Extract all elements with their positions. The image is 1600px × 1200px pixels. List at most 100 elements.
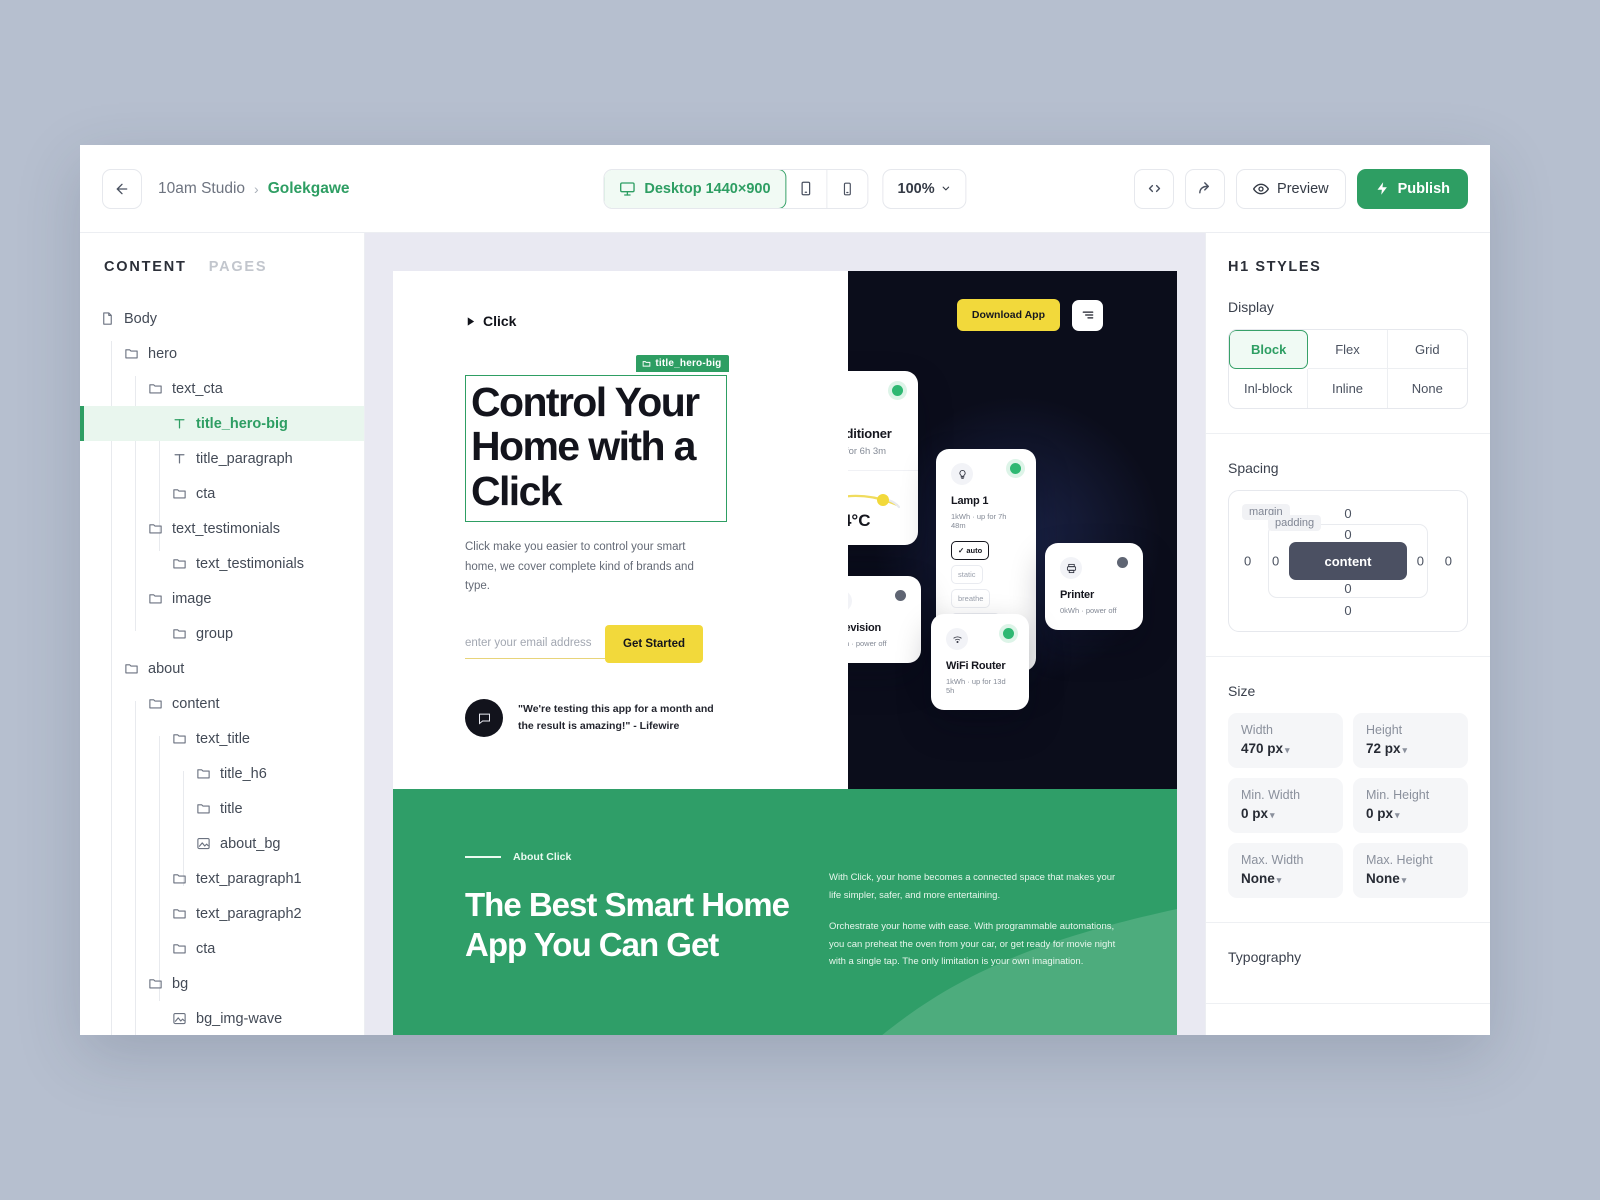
field-value[interactable]: 72 px ▾ — [1366, 741, 1455, 756]
tree-item-cta[interactable]: cta — [80, 931, 364, 966]
margin-bottom-value[interactable]: 0 — [1344, 603, 1351, 618]
tree-item-title-paragraph[interactable]: title_paragraph — [80, 441, 364, 476]
avatar — [465, 699, 503, 738]
email-input[interactable]: enter your email address — [465, 637, 592, 658]
about-eyebrow: About Click — [465, 851, 805, 863]
tree-item-text-title[interactable]: text_title — [80, 721, 364, 756]
padding-left-value[interactable]: 0 — [1272, 554, 1279, 569]
field-value[interactable]: 470 px ▾ — [1241, 741, 1330, 756]
device-tablet-button[interactable] — [786, 169, 828, 208]
selection-outline[interactable]: Control Your Home with a Click — [465, 375, 727, 522]
top-toolbar: 10am Studio › Golekgawe Desktop 1440×900 — [80, 145, 1490, 233]
tab-pages[interactable]: PAGES — [209, 259, 268, 275]
temperature-value: 24°C — [848, 511, 871, 530]
tab-content[interactable]: CONTENT — [104, 259, 187, 275]
tree-item-title[interactable]: title — [80, 791, 364, 826]
display-option-grid[interactable]: Grid — [1387, 330, 1467, 369]
temperature-control[interactable]: 24°C — [848, 470, 918, 545]
display-option-block[interactable]: Block — [1229, 330, 1309, 369]
device-mobile-button[interactable] — [828, 170, 868, 208]
tree-item-bg[interactable]: bg — [80, 966, 364, 1001]
eyebrow-line — [465, 856, 501, 858]
breadcrumb-current[interactable]: Golekgawe — [268, 180, 350, 198]
tree-item-content[interactable]: content — [80, 686, 364, 721]
hero-right-column: Download App ditioner or 6h 3m °C Lamp 1… — [848, 271, 1177, 789]
device-meta: 1kWh · up for 7h 48m — [951, 512, 1007, 530]
tree-item-image[interactable]: image — [80, 581, 364, 616]
play-triangle-icon — [467, 316, 475, 326]
tree-item-about-bg[interactable]: about_bg — [80, 826, 364, 861]
margin-top-value[interactable]: 0 — [1344, 506, 1351, 521]
bulb-icon — [951, 463, 973, 485]
device-desktop-button[interactable]: Desktop 1440×900 — [604, 169, 787, 208]
selection-badge: title_hero-big — [636, 355, 729, 372]
field-max-width[interactable]: Max. Width None ▾ — [1228, 843, 1343, 898]
field-label: Width — [1241, 723, 1273, 737]
about-section: About Click The Best Smart Home App You … — [393, 789, 1177, 1035]
padding-top-value[interactable]: 0 — [1344, 527, 1351, 542]
content-box[interactable]: content — [1289, 542, 1407, 580]
tree-item-text-cta[interactable]: text_cta — [80, 371, 364, 406]
tree-item-label: title_h6 — [220, 765, 267, 782]
tree-item-Body[interactable]: Body — [80, 301, 364, 336]
field-value[interactable]: 0 px ▾ — [1366, 806, 1455, 821]
mode-chip-static[interactable]: static — [951, 565, 983, 584]
margin-right-value[interactable]: 0 — [1445, 554, 1452, 569]
tree-item-text-testimonials[interactable]: text_testimonials — [80, 546, 364, 581]
hero-section: Click title_hero-big Control Your Home w… — [393, 271, 1177, 789]
display-option-inline-block[interactable]: Inl-block — [1229, 369, 1309, 408]
tree-item-group[interactable]: group — [80, 616, 364, 651]
tree-item-cta[interactable]: cta — [80, 476, 364, 511]
field-width[interactable]: Width 470 px ▾ — [1228, 713, 1343, 768]
hero-top-actions: Download App — [956, 299, 1103, 331]
display-options: Block Flex Grid Inl-block Inline None — [1228, 329, 1468, 409]
device-card-printer[interactable]: Printer 0kWh · power off — [1045, 543, 1143, 630]
publish-button[interactable]: Publish — [1356, 168, 1468, 209]
tree-item-text-paragraph1[interactable]: text_paragraph1 — [80, 861, 364, 896]
share-button[interactable] — [1185, 168, 1226, 209]
back-button[interactable] — [102, 168, 142, 209]
tree-item-text-paragraph2[interactable]: text_paragraph2 — [80, 896, 364, 931]
breadcrumb-root[interactable]: 10am Studio — [158, 180, 245, 198]
tree-item-label: image — [172, 590, 212, 607]
monitor-icon — [620, 181, 635, 196]
device-card-wifi-router[interactable]: WiFi Router 1kWh · up for 13d 5h — [931, 614, 1029, 710]
padding-bottom-value[interactable]: 0 — [1344, 581, 1351, 596]
tree-item-about[interactable]: about — [80, 651, 364, 686]
display-option-inline[interactable]: Inline — [1308, 369, 1388, 408]
display-option-none[interactable]: None — [1388, 369, 1467, 408]
device-card-air-conditioner[interactable]: Air Conditioner 7kWh · up for 6h 3m 24°C — [848, 371, 918, 545]
code-view-button[interactable] — [1134, 168, 1175, 209]
field-height[interactable]: Height 72 px ▾ — [1353, 713, 1468, 768]
tree-item-text-testimonials[interactable]: text_testimonials — [80, 511, 364, 546]
field-value[interactable]: None ▾ — [1241, 871, 1330, 886]
field-min-width[interactable]: Min. Width 0 px ▾ — [1228, 778, 1343, 833]
device-card-television[interactable]: Television 0kWh · power off — [848, 576, 921, 663]
field-label: Min. Height — [1366, 788, 1430, 802]
box-model-widget: margin 0 0 0 0 padding 0 0 0 0 content — [1228, 490, 1468, 632]
canvas[interactable]: Click title_hero-big Control Your Home w… — [365, 233, 1205, 1035]
get-started-button[interactable]: Get Started — [605, 625, 703, 664]
download-app-button[interactable]: Download App — [956, 299, 1060, 331]
page-icon — [100, 311, 115, 326]
zoom-select[interactable]: 100% — [882, 168, 967, 209]
mode-chip-auto[interactable]: ✓ auto — [951, 541, 990, 560]
field-max-height[interactable]: Max. Height None ▾ — [1353, 843, 1468, 898]
tree-item-title-h6[interactable]: title_h6 — [80, 756, 364, 791]
tree-item-title-hero-big[interactable]: title_hero-big — [80, 406, 364, 441]
tree-item-bg-img-wave[interactable]: bg_img-wave — [80, 1001, 364, 1035]
padding-right-value[interactable]: 0 — [1417, 554, 1424, 569]
preview-button[interactable]: Preview — [1236, 168, 1346, 209]
margin-left-value[interactable]: 0 — [1244, 554, 1251, 569]
field-value[interactable]: None ▾ — [1366, 871, 1455, 886]
field-min-height[interactable]: Min. Height 0 px ▾ — [1353, 778, 1468, 833]
layers-panel: CONTENT PAGES Body hero text_cta title_hero… — [80, 233, 365, 1035]
spacing-section: Spacing margin 0 0 0 0 padding 0 0 0 0 c… — [1206, 434, 1490, 657]
menu-button[interactable] — [1072, 299, 1103, 331]
field-value[interactable]: 0 px ▾ — [1241, 806, 1330, 821]
size-section: Size Width 470 px ▾ Height 72 px ▾ Min. Wi… — [1206, 657, 1490, 923]
tree-item-label: text_paragraph1 — [196, 870, 302, 887]
mode-chip-breathe[interactable]: breathe — [951, 589, 991, 608]
tree-item-hero[interactable]: hero — [80, 336, 364, 371]
display-option-flex[interactable]: Flex — [1308, 330, 1388, 369]
